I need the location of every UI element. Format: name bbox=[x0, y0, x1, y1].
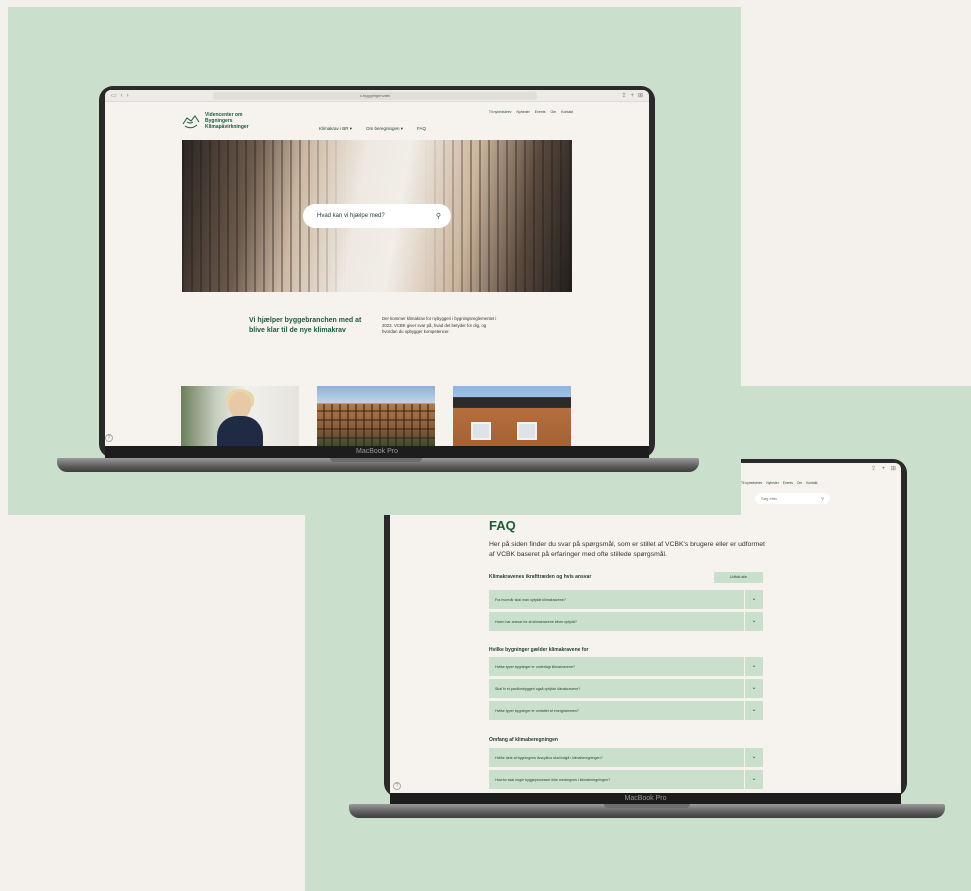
person-face bbox=[229, 392, 251, 418]
share-icon[interactable]: ⇪ bbox=[621, 90, 626, 102]
toplink-events[interactable]: Events bbox=[535, 110, 546, 114]
browser-toolbar-icons[interactable]: ⇪ + ⊞ bbox=[871, 465, 898, 472]
chevron-down-icon[interactable]: ⌄ bbox=[744, 612, 763, 631]
home-screen: ▭ ‹ › c.byggetigenvæk ⇪ + ⊞ Videncenter … bbox=[105, 90, 649, 446]
faq-section-heading: Hvilke bygninger gælder klimakravene for bbox=[489, 647, 589, 653]
menu-item-faq[interactable]: FAQ bbox=[417, 126, 426, 132]
chevron-down-icon[interactable]: ⌄ bbox=[744, 657, 763, 676]
faq-question-text: Hvorfor skal nogle byggeprocesser ikke m… bbox=[495, 777, 611, 782]
help-icon[interactable]: ? bbox=[393, 782, 401, 790]
house-window bbox=[471, 422, 491, 440]
toplink-about[interactable]: Om bbox=[550, 110, 556, 114]
faq-section-heading: Klimakravenes ikrafttræden og hvis ansva… bbox=[489, 574, 592, 580]
search-icon[interactable]: ⚲ bbox=[821, 496, 824, 501]
sidebar-icon[interactable]: ▭ bbox=[111, 90, 117, 102]
faq-question-text: Skal fx et pavillonbyggeri også opfylde … bbox=[495, 686, 581, 691]
logo-line: Klimapåvirkninger bbox=[205, 124, 249, 130]
faq-question[interactable]: Hvorfor skal nogle byggeprocesser ikke m… bbox=[489, 770, 763, 789]
faq-question[interactable]: Hvilke typer bygninger er omfattet af en… bbox=[489, 701, 763, 720]
toplink-newsletter[interactable]: Til nyhedsbrev bbox=[489, 110, 512, 114]
faq-question[interactable]: Hvilke dele af bygningens livscyklus ska… bbox=[489, 748, 763, 767]
laptop-label: MacBook Pro bbox=[355, 448, 399, 455]
show-all-button[interactable]: Udfold alle bbox=[714, 572, 763, 583]
main-menu: Klimakrav i BR ▾ Om beregningen ▾ FAQ bbox=[319, 126, 426, 132]
faq-intro: Her på siden finder du svar på spørgsmål… bbox=[489, 541, 765, 558]
new-tab-icon[interactable]: + bbox=[630, 90, 634, 102]
faq-question-text: Hvilke typer bygninger er omfattet af en… bbox=[495, 708, 579, 713]
faq-section-heading: Omfang af klimaberegningen bbox=[489, 737, 558, 743]
hero-image: Hvad kan vi hjælpe med? ⚲ bbox=[182, 140, 572, 292]
intro-text: Der kommer klimakrav for nybyggeri i byg… bbox=[382, 316, 497, 335]
laptop-notch-faq bbox=[604, 804, 690, 808]
card-image-apartments[interactable] bbox=[317, 386, 435, 446]
faq-search-input[interactable]: Søg efter ⚲ bbox=[755, 493, 830, 504]
toplink-news[interactable]: Nyheder bbox=[766, 481, 778, 485]
person-body bbox=[217, 416, 263, 446]
hero-search-placeholder: Hvad kan vi hjælpe med? bbox=[317, 213, 385, 219]
search-icon[interactable]: ⚲ bbox=[436, 212, 441, 220]
toplink-news[interactable]: Nyheder bbox=[517, 110, 530, 114]
intro-heading: Vi hjælper byggebranchen med at blive kl… bbox=[249, 317, 362, 334]
laptop-chin-home: MacBook Pro bbox=[105, 446, 649, 458]
card-image-house[interactable] bbox=[453, 386, 571, 446]
faq-title: FAQ bbox=[489, 518, 516, 533]
chevron-down-icon[interactable]: ⌄ bbox=[744, 679, 763, 698]
house-window bbox=[517, 422, 537, 440]
site-header: Videncenter om Bygningers Klimapåvirknin… bbox=[105, 102, 649, 140]
laptop-notch-home bbox=[330, 458, 422, 462]
menu-item-climate-requirements[interactable]: Klimakrav i BR ▾ bbox=[319, 126, 352, 132]
toplink-about[interactable]: Om bbox=[797, 481, 802, 485]
toplink-events[interactable]: Events bbox=[783, 481, 793, 485]
card-image-person[interactable] bbox=[181, 386, 299, 446]
faq-question-text: Hvilke typer bygninger er underlagt klim… bbox=[495, 664, 575, 669]
faq-top-links: Til nyhedsbrev Nyheder Events Om Kontakt bbox=[741, 481, 817, 485]
logo-text[interactable]: Videncenter om Bygningers Klimapåvirknin… bbox=[205, 112, 265, 130]
tabs-icon[interactable]: ⊞ bbox=[638, 90, 643, 102]
menu-item-about-calculation[interactable]: Om beregningen ▾ bbox=[366, 126, 403, 132]
toplink-contact[interactable]: Kontakt bbox=[561, 110, 573, 114]
toplink-contact[interactable]: Kontakt bbox=[806, 481, 817, 485]
help-icon[interactable]: ? bbox=[105, 434, 113, 442]
chevron-down-icon[interactable]: ⌄ bbox=[744, 701, 763, 720]
laptop-label: MacBook Pro bbox=[624, 795, 667, 802]
laptop-chin-faq: MacBook Pro bbox=[390, 793, 901, 804]
logo-icon[interactable] bbox=[181, 114, 201, 130]
address-bar[interactable]: c.byggetigenvæk bbox=[212, 91, 538, 100]
faq-question[interactable]: Fra hvornår skal man opfylde klimakraven… bbox=[489, 590, 763, 609]
faq-search-placeholder: Søg efter bbox=[761, 496, 778, 501]
faq-question[interactable]: Hvilke typer bygninger er underlagt klim… bbox=[489, 657, 763, 676]
chevron-down-icon[interactable]: ⌄ bbox=[744, 748, 763, 767]
browser-toolbar: ▭ ‹ › c.byggetigenvæk ⇪ + ⊞ bbox=[105, 90, 649, 102]
faq-question-text: Hvilke dele af bygningens livscyklus ska… bbox=[495, 755, 603, 760]
faq-question-text: Hvem har ansvar for at klimakravene bliv… bbox=[495, 619, 577, 624]
faq-question-text: Fra hvornår skal man opfylde klimakraven… bbox=[495, 597, 566, 602]
faq-question[interactable]: Skal fx et pavillonbyggeri også opfylde … bbox=[489, 679, 763, 698]
chevron-down-icon[interactable]: ⌄ bbox=[744, 590, 763, 609]
building-windows bbox=[317, 404, 435, 446]
hero-search-input[interactable]: Hvad kan vi hjælpe med? ⚲ bbox=[303, 204, 451, 228]
forward-icon[interactable]: › bbox=[127, 90, 129, 102]
chevron-down-icon[interactable]: ⌄ bbox=[744, 770, 763, 789]
faq-question[interactable]: Hvem har ansvar for at klimakravene bliv… bbox=[489, 612, 763, 631]
back-icon[interactable]: ‹ bbox=[121, 90, 123, 102]
top-links: Til nyhedsbrev Nyheder Events Om Kontakt bbox=[489, 110, 573, 114]
toplink-newsletter[interactable]: Til nyhedsbrev bbox=[741, 481, 762, 485]
